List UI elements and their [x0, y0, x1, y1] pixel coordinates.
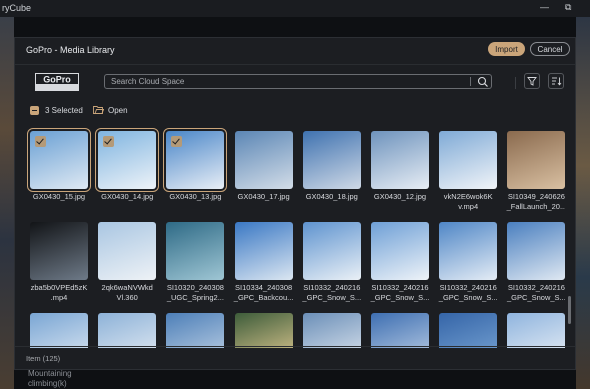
media-label: 2qk6waNVWkd Vl.360: [101, 283, 153, 302]
media-label: SI10332_240216 _GPC_Snow_S...: [438, 283, 498, 302]
cancel-button[interactable]: Cancel: [530, 42, 570, 56]
search-icon[interactable]: [476, 75, 490, 88]
filter-button[interactable]: [524, 73, 540, 89]
background-text: climbing(k): [28, 379, 67, 388]
checkbox-checked-icon[interactable]: [35, 136, 46, 147]
media-label: SI10332_240216 _GPC_Snow_S...: [302, 283, 362, 302]
media-label: vkN2E6wok6K v.mp4: [443, 192, 493, 211]
app-title: ryCube: [2, 3, 32, 13]
media-label: zba5b0VPEd5zK .mp4: [30, 283, 88, 302]
media-thumbnail[interactable]: [30, 313, 88, 348]
checkbox-checked-icon[interactable]: [171, 136, 183, 147]
media-thumbnail[interactable]: [371, 313, 429, 348]
media-grid: GX0430_15.jpg GX0430_14.jpg GX0430_13.jpg G…: [25, 126, 565, 348]
search-input[interactable]: [105, 75, 465, 88]
selected-count: 3 Selected: [45, 106, 83, 115]
divider: [470, 77, 471, 86]
open-button[interactable]: Open: [108, 106, 128, 115]
media-label: GX0430_14.jpg: [101, 192, 154, 201]
media-library-dialog: GoPro - Media Library Import Cancel GoPr…: [14, 37, 576, 370]
minus-icon: [32, 110, 37, 111]
checkbox-checked-icon[interactable]: [103, 136, 115, 147]
media-thumbnail[interactable]: [371, 131, 429, 189]
gopro-logo: GoPro: [35, 73, 79, 91]
background-app-left: [0, 17, 14, 389]
media-label: GX0430_18.jpg: [305, 192, 358, 201]
media-thumbnail[interactable]: [507, 313, 565, 348]
logo-text: GoPro: [43, 75, 71, 85]
minimize-button[interactable]: —: [540, 2, 549, 12]
media-label: GX0430_13.jpg: [169, 192, 222, 201]
background-text: Mountaining: [28, 369, 72, 378]
app-title-bar: ryCube — ⧉: [0, 0, 590, 17]
media-thumbnail[interactable]: [302, 131, 361, 189]
media-thumbnail[interactable]: [439, 131, 498, 189]
media-thumbnail[interactable]: [166, 313, 225, 348]
media-thumbnail[interactable]: [439, 313, 498, 348]
media-thumbnail[interactable]: [98, 313, 157, 348]
media-thumbnail[interactable]: [27, 128, 91, 192]
sort-icon: [552, 77, 562, 86]
media-label: SI10349_240626 _FallLaunch_20...: [506, 192, 565, 211]
sort-button[interactable]: [548, 73, 564, 89]
dialog-title: GoPro - Media Library: [26, 45, 115, 55]
divider: [15, 346, 575, 347]
media-thumbnail[interactable]: [95, 128, 160, 192]
media-thumbnail[interactable]: [166, 222, 225, 280]
item-count: Item (125): [26, 354, 61, 363]
media-thumbnail[interactable]: [371, 222, 429, 280]
divider: [15, 64, 575, 65]
media-thumbnail[interactable]: [234, 131, 293, 189]
media-thumbnail[interactable]: [507, 222, 565, 280]
media-thumbnail[interactable]: [30, 222, 88, 280]
media-label: GX0430_15.jpg: [32, 192, 86, 201]
media-thumbnail[interactable]: [98, 222, 157, 280]
media-label: SI10320_240308 _UGC_Spring2...: [166, 283, 224, 302]
folder-open-icon[interactable]: [93, 105, 104, 115]
divider: [515, 77, 516, 89]
restore-button[interactable]: ⧉: [565, 2, 571, 13]
media-thumbnail[interactable]: [234, 313, 293, 348]
filter-icon: [527, 77, 537, 86]
media-thumbnail[interactable]: [234, 222, 293, 280]
select-all-checkbox[interactable]: [30, 106, 39, 115]
media-thumbnail[interactable]: [302, 313, 361, 348]
media-thumbnail[interactable]: [302, 222, 361, 280]
background-app-right: [576, 17, 590, 389]
media-thumbnail[interactable]: [507, 131, 565, 189]
media-label: GX0430_12.jpg: [373, 192, 427, 201]
media-label: GX0430_17.jpg: [237, 192, 290, 201]
media-thumbnail[interactable]: [163, 128, 228, 192]
import-button[interactable]: Import: [488, 42, 525, 56]
media-label: SI10334_240308 _GPC_Backcou...: [233, 283, 294, 302]
search-box: [104, 74, 492, 89]
scrollbar-thumb[interactable]: [568, 296, 571, 324]
media-label: SI10332_240216 _GPC_Snow_S...: [370, 283, 430, 302]
media-thumbnail[interactable]: [439, 222, 498, 280]
media-label: SI10332_240216 _GPC_Snow_S...: [507, 283, 565, 302]
